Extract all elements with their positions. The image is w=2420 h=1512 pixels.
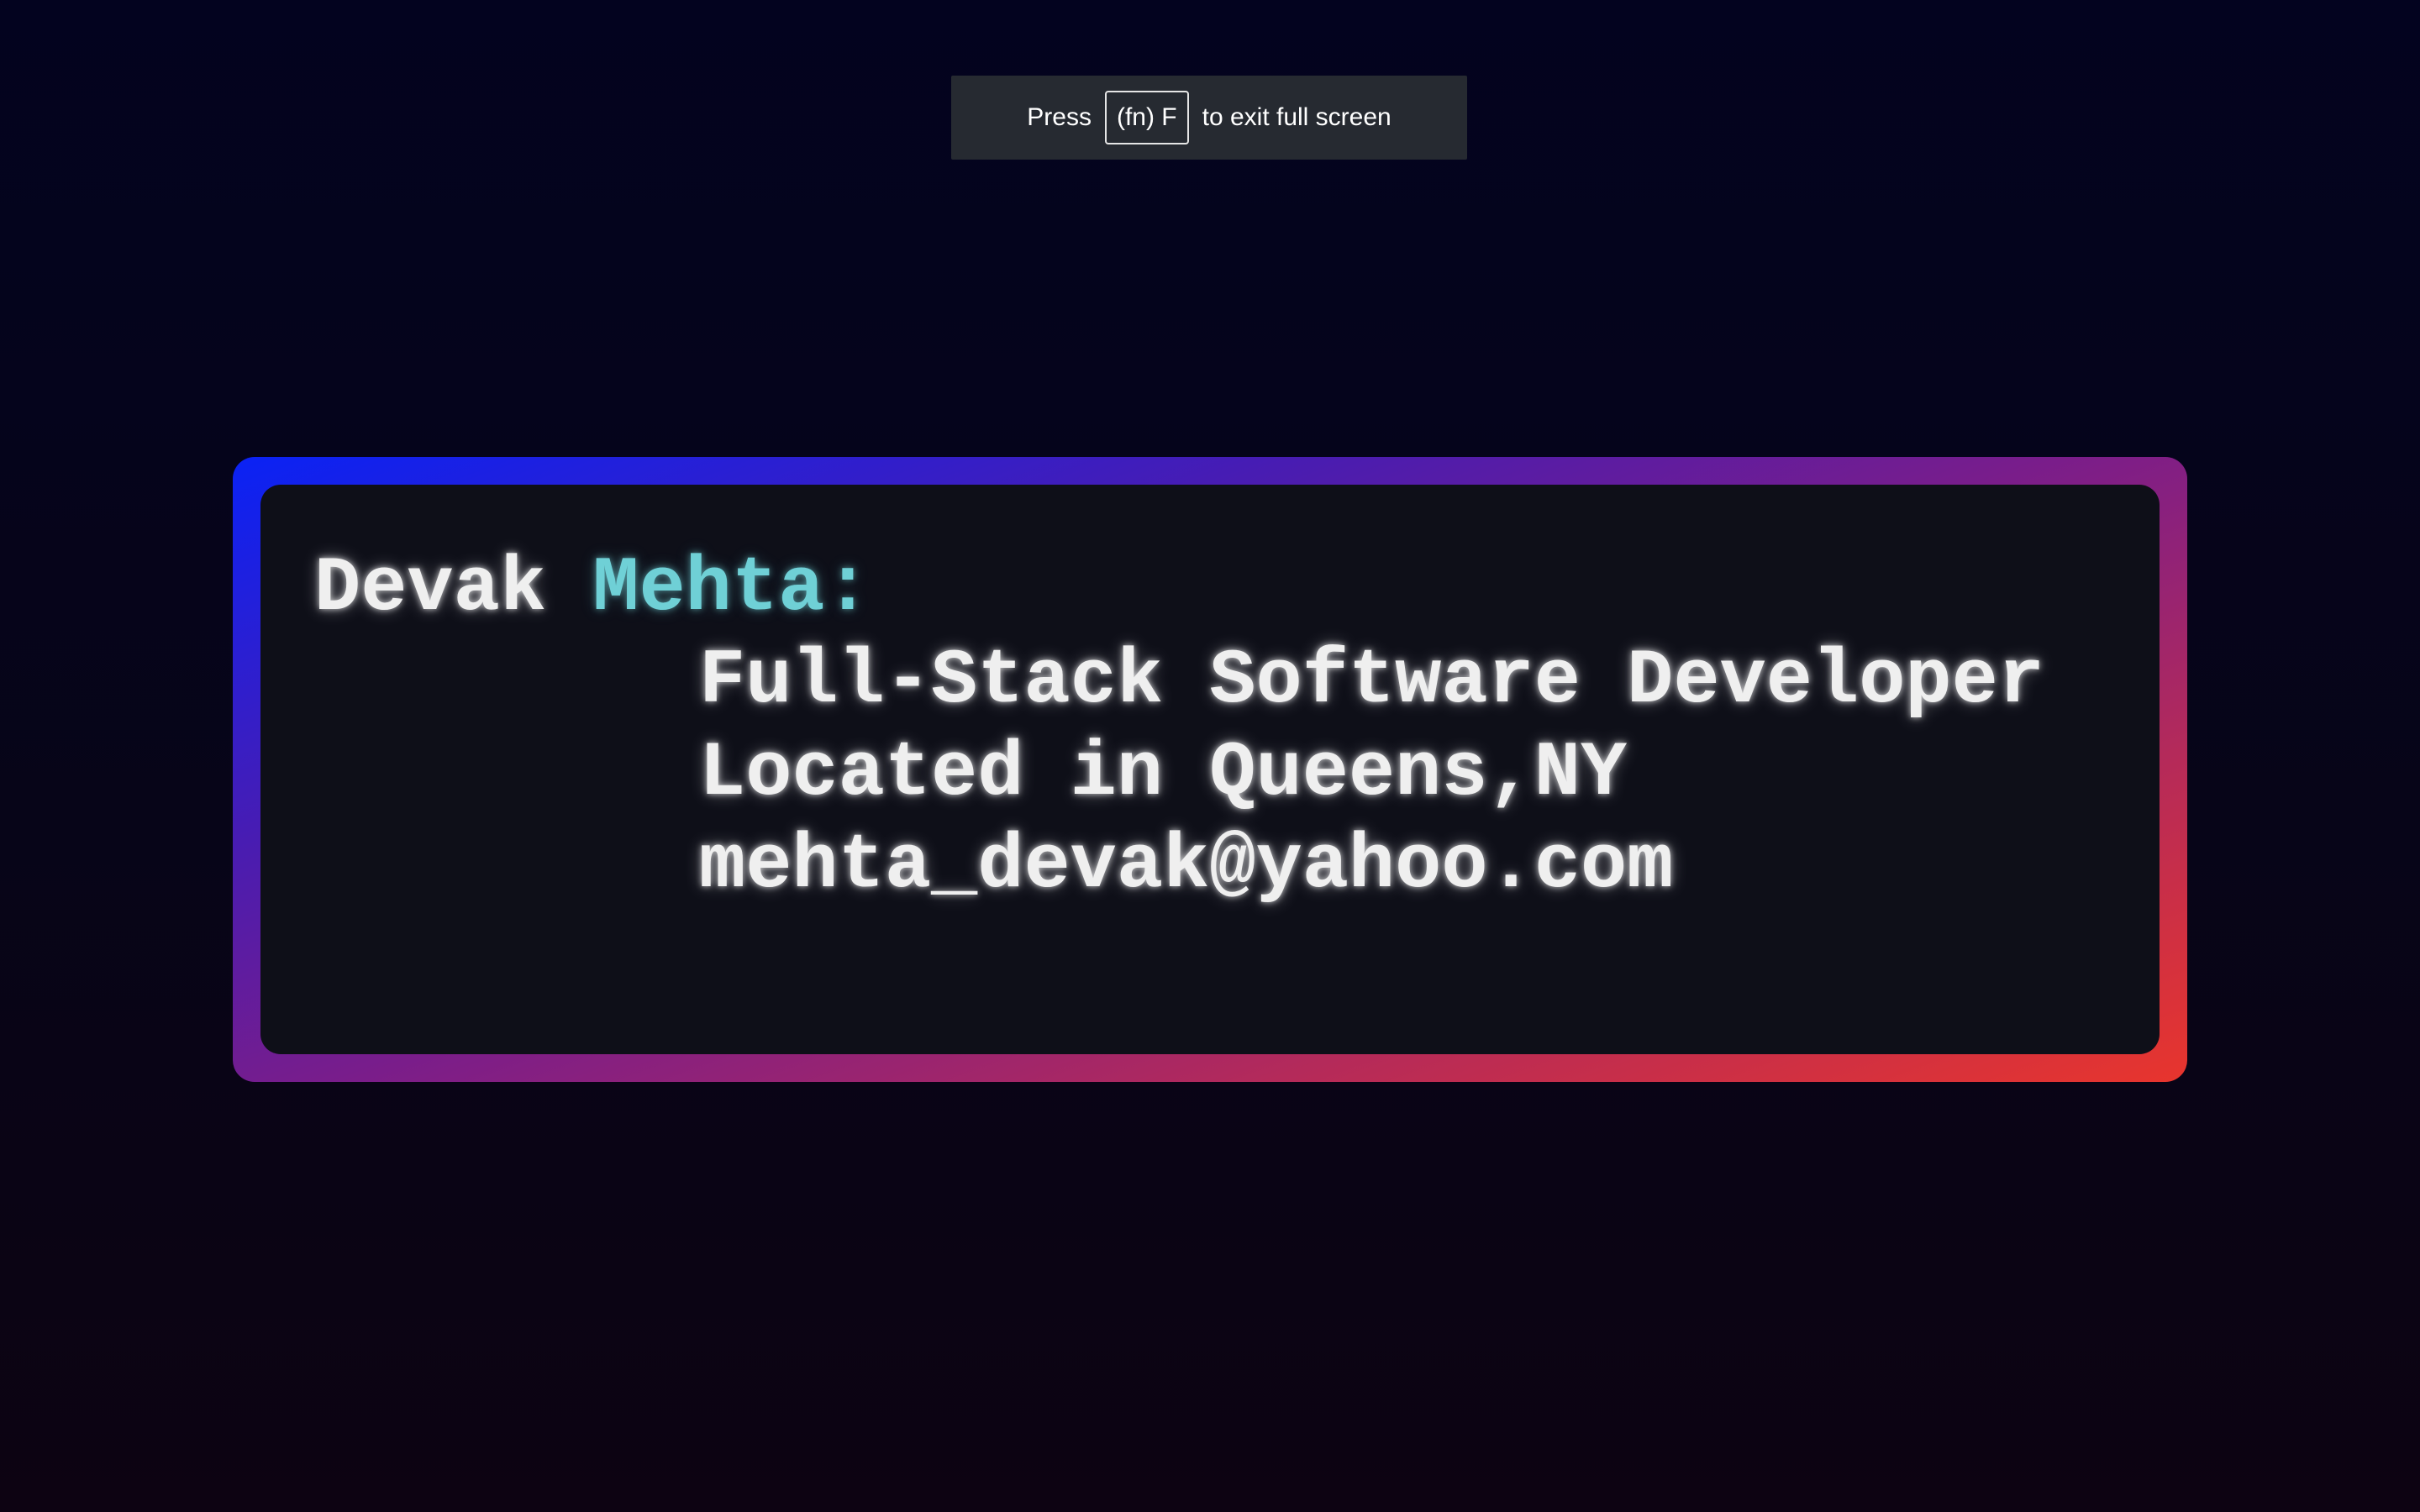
notice-prefix: Press [1027,103,1092,131]
fullscreen-exit-notice: Press (fn) F to exit full screen [951,76,1467,160]
first-name: Devak [314,544,547,633]
last-name: Mehta: [592,544,871,633]
keyboard-shortcut-key: (fn) F [1104,91,1189,144]
profile-name-heading: Devak Mehta: [314,543,871,635]
notice-suffix: to exit full screen [1202,103,1392,131]
profile-email[interactable]: mehta_devak@yahoo.com [699,820,1673,912]
profile-location: Located in Queens,NY [699,729,1628,817]
profile-title: Full-Stack Software Developer [699,637,2045,725]
